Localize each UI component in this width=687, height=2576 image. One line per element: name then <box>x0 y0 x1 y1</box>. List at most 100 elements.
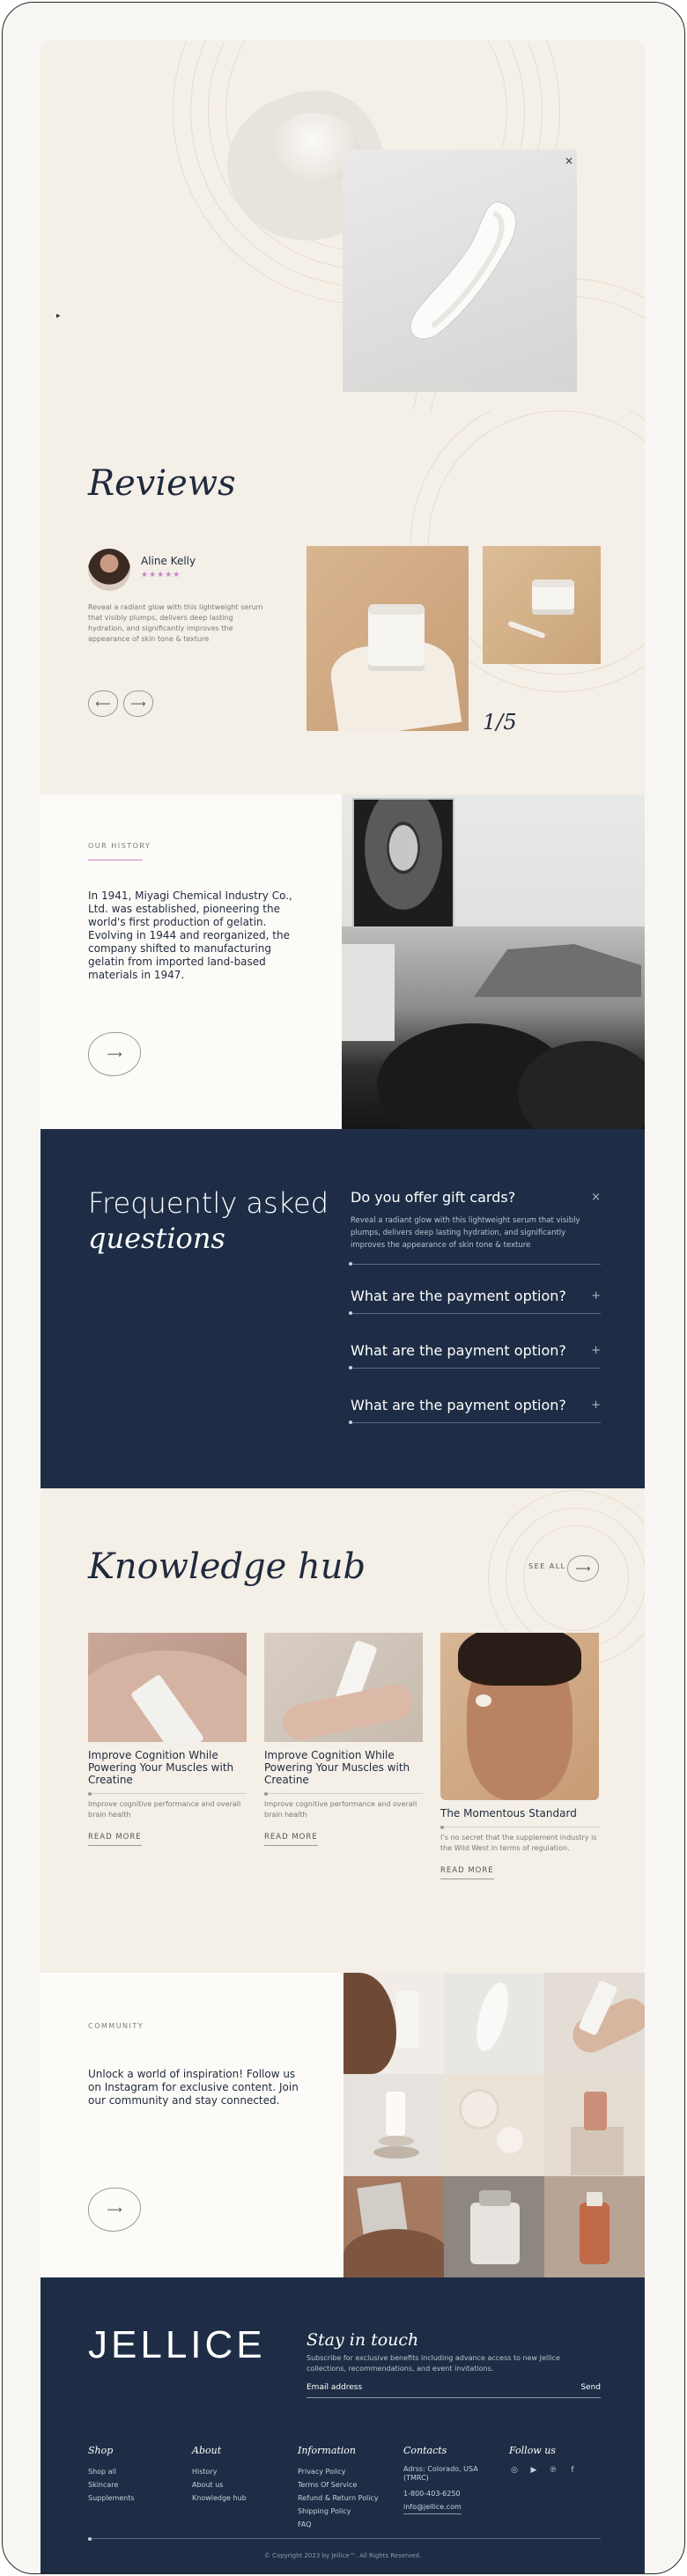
footer-link[interactable]: Shipping Policy <box>298 2505 379 2518</box>
footer-col-contacts: Contacts Adrss: Colorado, USA (TMRC) 1-8… <box>403 2445 483 2514</box>
arrow-left-icon: ⟵ <box>95 698 111 710</box>
bullet-dot <box>349 1262 352 1266</box>
knowledge-section: Knowledge hub SEE ALL ⟶ Improve Cognitio… <box>41 1488 645 1973</box>
read-more-link[interactable]: READ MORE <box>88 1833 142 1846</box>
faq-question[interactable]: Do you offer gift cards? <box>351 1189 601 1214</box>
faq-heading: Frequently asked <box>88 1186 329 1220</box>
reviews-title: Reviews <box>88 463 236 504</box>
youtube-icon[interactable]: ▶ <box>528 2465 539 2476</box>
close-icon[interactable]: ✕ <box>565 155 573 167</box>
footer-heading: Follow us <box>509 2445 556 2456</box>
brand-logo[interactable]: JELLICE <box>88 2323 266 2367</box>
footer: JELLICE Stay in touch Subscribe for excl… <box>41 2277 645 2573</box>
contact-email[interactable]: info@jellice.com <box>403 2500 462 2514</box>
instagram-tile[interactable] <box>544 2074 645 2176</box>
faq-heading-italic: questions <box>88 1222 225 1255</box>
instagram-tile[interactable] <box>544 2175 645 2277</box>
send-button[interactable]: Send <box>580 2383 601 2392</box>
footer-link[interactable]: Privacy Policy <box>298 2465 379 2478</box>
article-image <box>88 1633 247 1742</box>
reviewer-name: Aline Kelly <box>141 555 196 567</box>
faq-answer: Reveal a radiant glow with this lightwei… <box>351 1216 580 1250</box>
factory-photo <box>342 926 645 1129</box>
footer-heading: Shop <box>88 2445 114 2456</box>
article-image <box>440 1633 599 1800</box>
faq-question[interactable]: What are the payment option? <box>351 1288 601 1313</box>
reviewer-avatar <box>88 549 130 591</box>
contact-phone[interactable]: 1-800-403-6250 <box>403 2487 483 2500</box>
facebook-icon[interactable]: f <box>567 2465 578 2476</box>
article-desc: Improve cognitive performance and overal… <box>264 1800 417 1819</box>
hero-section: ✕ ▸ <box>41 41 645 410</box>
cursor-icon: ▸ <box>56 312 61 321</box>
email-field[interactable]: Email address Send <box>307 2383 601 2398</box>
plus-icon[interactable]: + <box>591 1344 601 1357</box>
faq-question[interactable]: What are the payment option? <box>351 1397 601 1422</box>
faq-item-gift-cards[interactable]: Do you offer gift cards? × Reveal a radi… <box>349 1189 601 1266</box>
footer-col-about: About History About us Knowledge hub <box>192 2445 247 2505</box>
footer-link[interactable]: Skincare <box>88 2478 135 2491</box>
review-product-image-2 <box>483 546 601 664</box>
review-counter: 1/5 <box>483 710 517 734</box>
instagram-tile[interactable] <box>544 1973 645 2075</box>
contact-address: Adrss: Colorado, USA (TMRC) <box>403 2465 478 2482</box>
instagram-icon[interactable]: ◎ <box>509 2465 520 2476</box>
arrow-right-icon: ⟶ <box>107 2203 122 2216</box>
footer-heading: Contacts <box>403 2445 447 2456</box>
footer-heading: Information <box>298 2445 357 2456</box>
footer-col-information: Information Privacy Policy Terms Of Serv… <box>298 2445 379 2531</box>
footer-link[interactable]: About us <box>192 2478 247 2491</box>
close-icon[interactable]: × <box>591 1191 601 1204</box>
read-more-link[interactable]: READ MORE <box>440 1866 494 1879</box>
pinterest-icon[interactable]: ℗ <box>548 2465 558 2476</box>
next-review-button[interactable]: ⟶ <box>123 690 153 717</box>
article-title[interactable]: Improve Cognition While Powering Your Mu… <box>88 1749 247 1786</box>
faq-item-payment[interactable]: What are the payment option? + <box>349 1342 601 1369</box>
faq-item-payment[interactable]: What are the payment option? + <box>349 1288 601 1315</box>
article-card[interactable]: The Momentous Standard I’s no secret tha… <box>440 1633 599 1879</box>
see-all-link[interactable]: SEE ALL <box>528 1562 566 1570</box>
faq-section: Frequently asked questions Do you offer … <box>41 1129 645 1488</box>
footer-link[interactable]: FAQ <box>298 2518 379 2531</box>
footer-link[interactable]: Terms Of Service <box>298 2478 379 2491</box>
instagram-tile[interactable] <box>344 2074 444 2176</box>
bullet-dot <box>349 1421 352 1424</box>
review-text: Reveal a radiant glow with this lightwei… <box>88 603 263 643</box>
footer-link[interactable]: Shop all <box>88 2465 135 2478</box>
read-more-link[interactable]: READ MORE <box>264 1833 318 1846</box>
article-card[interactable]: Improve Cognition While Powering Your Mu… <box>88 1633 247 1846</box>
instagram-tile[interactable] <box>444 2074 544 2176</box>
article-title[interactable]: The Momentous Standard <box>440 1807 599 1819</box>
article-title[interactable]: Improve Cognition While Powering Your Mu… <box>264 1749 423 1786</box>
community-section: COMMUNITY Unlock a world of inspiration!… <box>41 1973 645 2277</box>
history-photo <box>342 794 645 1129</box>
instagram-tile[interactable] <box>344 1973 444 2075</box>
footer-link[interactable]: Knowledge hub <box>192 2491 247 2505</box>
plus-icon[interactable]: + <box>591 1289 601 1303</box>
history-more-button[interactable]: ⟶ <box>88 1032 141 1076</box>
footer-divider <box>88 2537 601 2541</box>
faq-item-payment[interactable]: What are the payment option? + <box>349 1397 601 1424</box>
arrow-right-icon: ⟶ <box>107 1048 122 1060</box>
community-kicker: COMMUNITY <box>88 2022 144 2030</box>
history-section: OUR HISTORY In 1941, Miyagi Chemical Ind… <box>41 794 645 1129</box>
footer-link[interactable]: Refund & Return Policy <box>298 2491 379 2505</box>
arrow-right-icon: ⟶ <box>575 1562 591 1575</box>
bullet-dot <box>349 1311 352 1315</box>
prev-review-button[interactable]: ⟵ <box>88 690 118 717</box>
community-more-button[interactable]: ⟶ <box>88 2188 141 2232</box>
arrow-right-icon: ⟶ <box>130 698 146 710</box>
article-card[interactable]: Improve Cognition While Powering Your Mu… <box>264 1633 423 1846</box>
instagram-tile[interactable] <box>344 2175 444 2277</box>
review-product-image <box>307 546 469 731</box>
plus-icon[interactable]: + <box>591 1399 601 1412</box>
cream-image <box>343 150 577 392</box>
instagram-tile[interactable] <box>444 1973 544 2075</box>
footer-link[interactable]: Supplements <box>88 2491 135 2505</box>
instagram-tile[interactable] <box>444 2175 544 2277</box>
faq-question[interactable]: What are the payment option? <box>351 1342 601 1368</box>
article-image <box>264 1633 423 1742</box>
footer-col-shop: Shop Shop all Skincare Supplements <box>88 2445 135 2505</box>
email-placeholder[interactable]: Email address <box>307 2383 362 2392</box>
footer-link[interactable]: History <box>192 2465 247 2478</box>
